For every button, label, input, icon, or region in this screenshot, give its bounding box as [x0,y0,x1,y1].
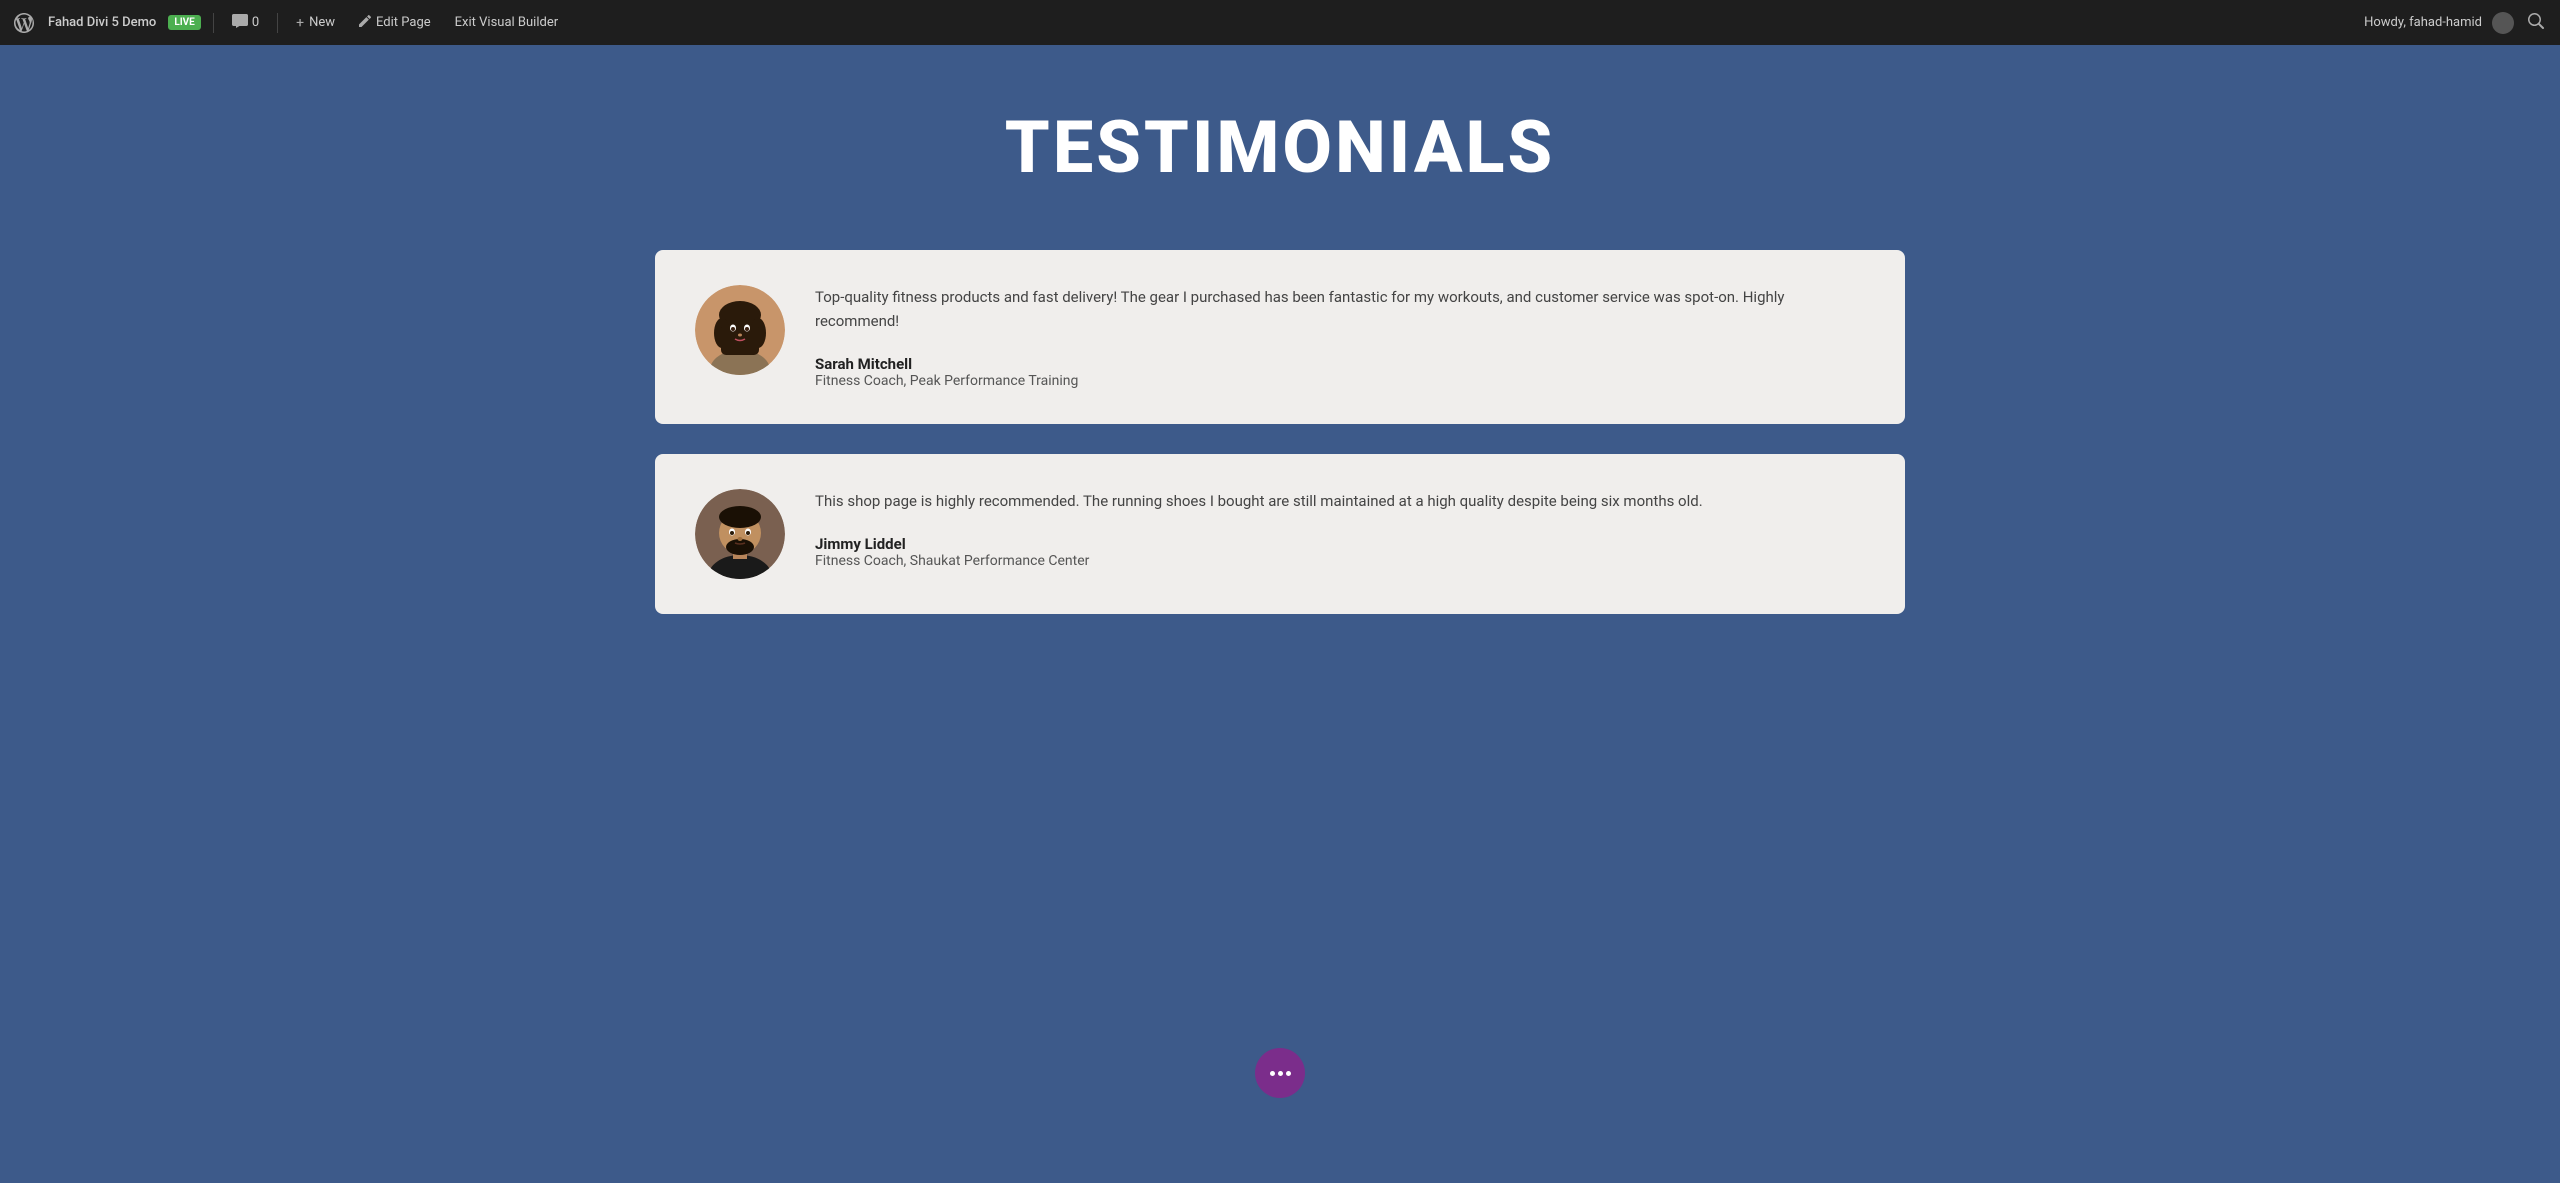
testimonial-name-1: Sarah Mitchell [815,355,1865,373]
admin-bar-right: Howdy, fahad-hamid [2364,9,2548,37]
testimonial-quote-1: Top-quality fitness products and fast de… [815,285,1865,333]
testimonial-body-2: This shop page is highly recommended. Th… [815,489,1865,569]
new-button[interactable]: + New [290,11,341,35]
testimonials-container: Top-quality fitness products and fast de… [655,250,1905,614]
admin-bar-left: Fahad Divi 5 Demo Live 0 + New [12,10,2350,36]
comments-link[interactable]: 0 [226,10,265,36]
page-content: TESTIMONIALS [0,45,2560,1138]
comment-count-value: 0 [252,15,259,30]
testimonial-body-1: Top-quality fitness products and fast de… [815,285,1865,389]
user-avatar-icon[interactable] [2492,12,2514,34]
search-icon[interactable] [2524,9,2548,37]
testimonial-role-1: Fitness Coach, Peak Performance Training [815,373,1865,389]
comment-icon [232,14,248,32]
divider-2 [277,13,278,33]
live-badge: Live [168,15,201,30]
edit-icon [359,15,371,31]
page-title: TESTIMONIALS [1005,105,1555,190]
divider-1 [213,13,214,33]
dot-3 [1286,1071,1291,1076]
testimonial-author-2: Jimmy Liddel Fitness Coach, Shaukat Perf… [815,535,1865,569]
testimonial-author-1: Sarah Mitchell Fitness Coach, Peak Perfo… [815,355,1865,389]
exit-visual-builder-button[interactable]: Exit Visual Builder [449,11,564,34]
testimonial-card-2: This shop page is highly recommended. Th… [655,454,1905,614]
testimonial-role-2: Fitness Coach, Shaukat Performance Cente… [815,553,1865,569]
dot-1 [1270,1071,1275,1076]
dot-2 [1278,1071,1283,1076]
plus-icon: + [296,15,304,31]
testimonial-quote-2: This shop page is highly recommended. Th… [815,489,1865,513]
admin-bar: Fahad Divi 5 Demo Live 0 + New [0,0,2560,45]
edit-page-button[interactable]: Edit Page [353,11,437,35]
avatar-sarah [695,285,785,375]
testimonial-card-1: Top-quality fitness products and fast de… [655,250,1905,424]
testimonial-name-2: Jimmy Liddel [815,535,1865,553]
howdy-text: Howdy, fahad-hamid [2364,15,2482,30]
wordpress-logo-icon[interactable] [12,11,36,35]
site-name[interactable]: Fahad Divi 5 Demo [48,15,156,30]
avatar-jimmy [695,489,785,579]
floating-dots-button[interactable] [1255,1048,1305,1098]
